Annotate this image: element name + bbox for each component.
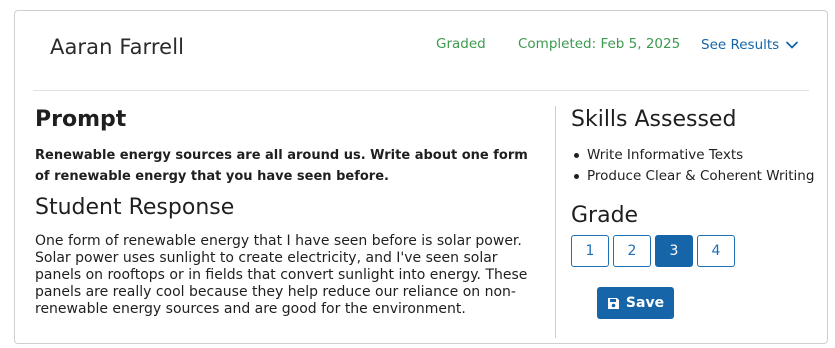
completed-date: Completed: Feb 5, 2025: [518, 36, 681, 52]
grade-button-3[interactable]: 3: [655, 235, 693, 267]
skill-item: Produce Clear & Coherent Writing: [574, 166, 827, 187]
header-divider: [33, 90, 809, 91]
card-header: Aaran Farrell Graded Completed: Feb 5, 2…: [15, 11, 827, 91]
skills-heading: Skills Assessed: [571, 107, 737, 132]
grade-heading: Grade: [571, 203, 639, 228]
see-results-link[interactable]: See Results: [701, 34, 799, 56]
grade-button-2[interactable]: 2: [613, 235, 651, 267]
grade-button-1[interactable]: 1: [571, 235, 609, 267]
grade-button-4[interactable]: 4: [697, 235, 735, 267]
grading-card: Aaran Farrell Graded Completed: Feb 5, 2…: [14, 10, 828, 344]
see-results-label: See Results: [701, 37, 780, 53]
save-button[interactable]: Save: [597, 287, 674, 319]
response-text: One form of renewable energy that I have…: [35, 233, 528, 317]
save-icon: [607, 297, 619, 309]
response-heading: Student Response: [35, 195, 235, 220]
student-name: Aaran Farrell: [50, 35, 185, 59]
vertical-divider: [555, 106, 556, 338]
graded-status: Graded: [436, 36, 486, 52]
skill-item: Write Informative Texts: [574, 145, 827, 166]
prompt-heading: Prompt: [35, 107, 127, 132]
save-label: Save: [625, 295, 665, 311]
skills-list: Write Informative Texts Produce Clear & …: [574, 145, 827, 187]
prompt-text: Renewable energy sources are all around …: [35, 148, 528, 184]
grade-selector: 1 2 3 4: [571, 235, 735, 267]
chevron-down-icon: [786, 41, 799, 49]
